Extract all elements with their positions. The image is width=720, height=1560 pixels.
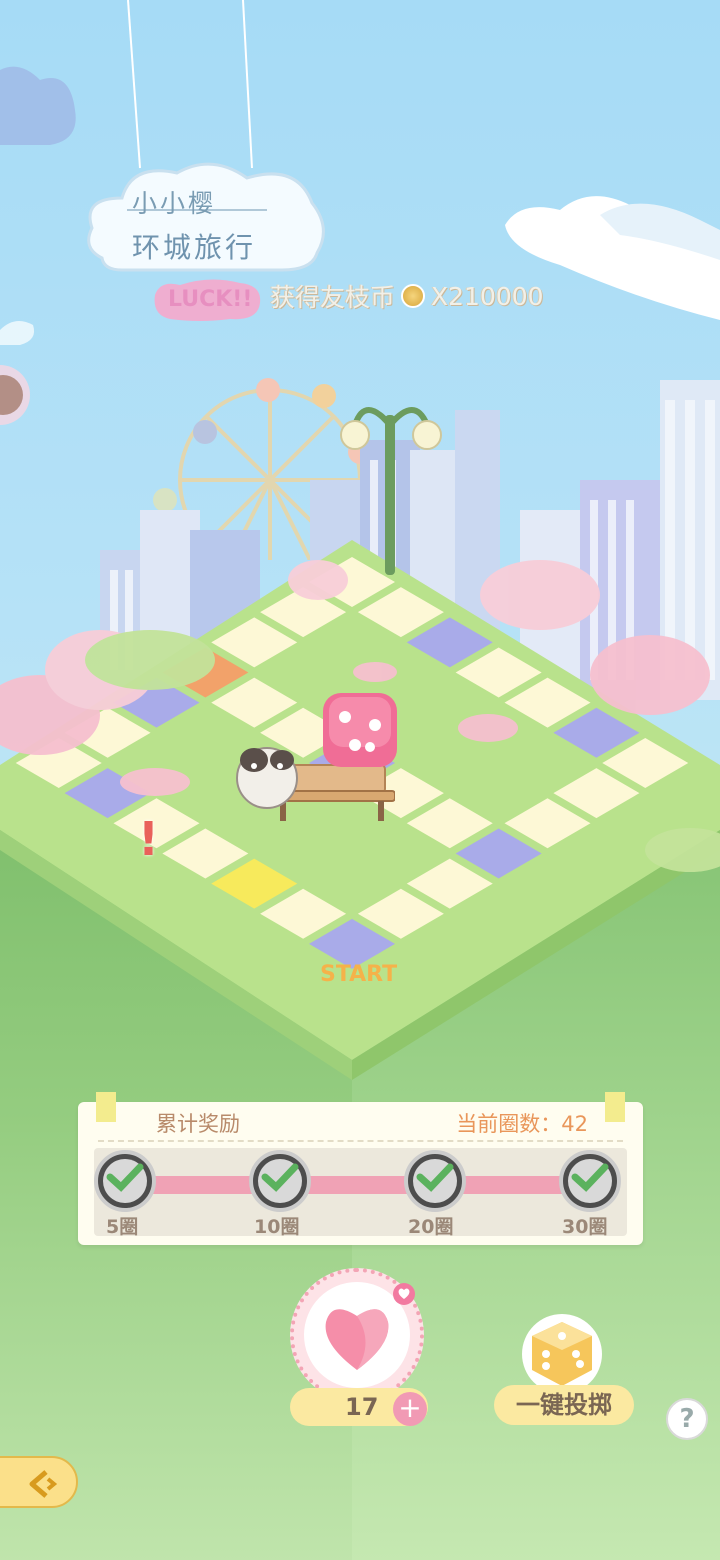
divider	[98, 1140, 623, 1142]
sign-line1: 小小樱	[132, 189, 217, 218]
reward-banner: 获得友枝币 X210000	[270, 278, 544, 314]
cumulative-reward-panel: 累计奖励 当前圈数：42 5圈 10圈 20圈 30圈	[78, 1092, 643, 1245]
check-icon	[261, 1163, 299, 1192]
milestone-label: 20圈	[408, 1216, 454, 1238]
milestone-label: 30圈	[562, 1216, 608, 1238]
milestone-node-20[interactable]	[404, 1150, 466, 1212]
small-heart-icon	[393, 1283, 415, 1305]
reward-amount: X210000	[431, 281, 544, 311]
title-sign: 小小樱 环城旅行	[82, 158, 327, 273]
tape-left	[96, 1092, 116, 1122]
check-icon	[571, 1163, 609, 1192]
add-dice-button[interactable]: +	[393, 1392, 427, 1426]
roll-heart-button[interactable]	[290, 1268, 424, 1402]
reward-text: 获得友枝币	[270, 283, 396, 312]
tape-right	[605, 1092, 625, 1122]
auto-roll-button[interactable]: 一键投掷	[494, 1385, 634, 1425]
check-icon	[106, 1163, 144, 1192]
progress-bar	[134, 1176, 587, 1194]
dice-on-board	[323, 693, 397, 767]
sign-strings	[127, 0, 253, 169]
auto-roll-dice-button[interactable]	[522, 1314, 602, 1394]
milestone-label: 10圈	[254, 1216, 300, 1238]
alert-mark: !	[138, 812, 159, 866]
back-icon	[29, 1470, 58, 1498]
luck-text: LUCK!!	[168, 287, 253, 312]
milestone-track: 5圈 10圈 20圈 30圈	[94, 1148, 627, 1238]
back-button[interactable]	[0, 1456, 78, 1508]
lamp-post	[340, 407, 442, 575]
hamster-character	[236, 747, 298, 809]
milestone-node-5[interactable]	[94, 1150, 156, 1212]
dice-count: 17	[345, 1393, 379, 1421]
dice-icon	[532, 1322, 592, 1386]
coin-icon	[401, 284, 426, 308]
check-icon	[416, 1163, 454, 1192]
current-laps: 当前圈数：42	[456, 1112, 588, 1136]
luck-badge: LUCK!!	[150, 275, 265, 323]
start-label: START	[320, 962, 398, 987]
help-button[interactable]: ?	[666, 1398, 708, 1440]
milestone-label: 5圈	[106, 1216, 139, 1238]
game-scene: ! START 小小樱 环城旅行 LUCK!! 获得友枝币 X210000 累计…	[0, 0, 720, 1560]
panel-title: 累计奖励	[156, 1112, 240, 1136]
milestone-node-10[interactable]	[249, 1150, 311, 1212]
sign-line2: 环城旅行	[132, 231, 257, 264]
milestone-node-30[interactable]	[559, 1150, 621, 1212]
